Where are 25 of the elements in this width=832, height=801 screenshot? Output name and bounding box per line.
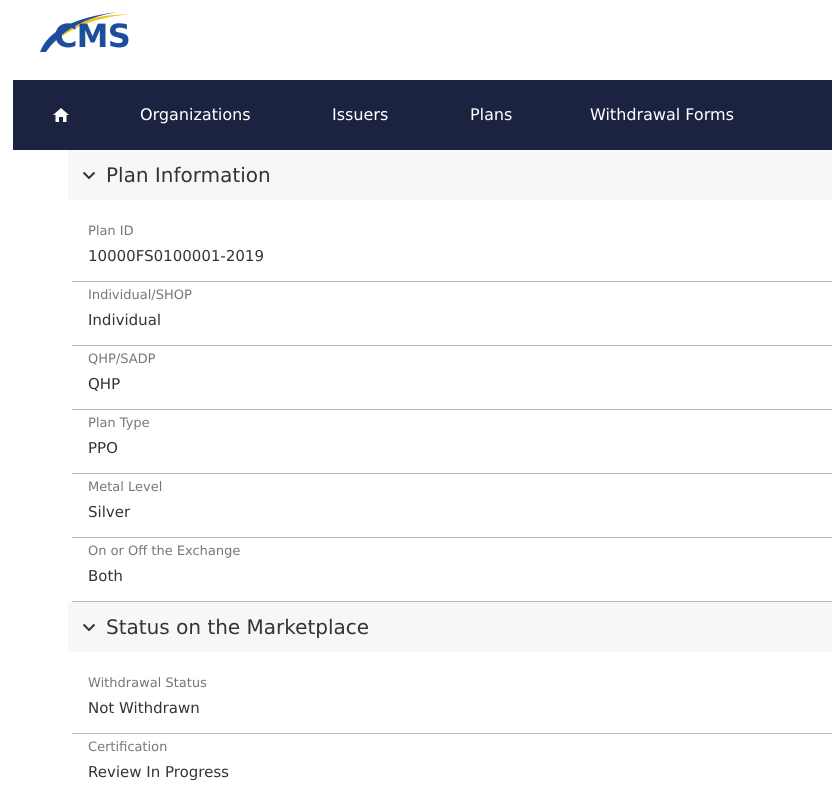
field-value: Not Withdrawn bbox=[88, 698, 200, 719]
chevron-icon bbox=[82, 170, 96, 180]
field-value: Individual bbox=[88, 310, 162, 331]
field-value: QHP bbox=[88, 374, 120, 395]
section-header[interactable]: Plan Information bbox=[68, 150, 832, 200]
field-label: On or Off the Exchange bbox=[88, 543, 240, 561]
field-label: QHP/SADP bbox=[88, 351, 156, 369]
field-label: Plan Type bbox=[88, 415, 150, 433]
nav-link[interactable]: Plans bbox=[470, 103, 590, 127]
field-label: Metal Level bbox=[88, 479, 162, 497]
nav-link[interactable]: Organizations bbox=[140, 103, 332, 127]
field-label: Withdrawal Status bbox=[88, 675, 207, 693]
field-value: Silver bbox=[88, 502, 130, 523]
nav-link[interactable]: Withdrawal Forms bbox=[590, 103, 734, 127]
chevron-icon bbox=[82, 622, 96, 632]
home-icon[interactable] bbox=[53, 107, 69, 123]
field-label: Certification bbox=[88, 739, 168, 757]
field-label: Individual/SHOP bbox=[88, 287, 192, 305]
field-value: Review In Progress bbox=[88, 762, 229, 783]
field-value: 10000FS0100001-2019 bbox=[88, 246, 264, 267]
field-value: PPO bbox=[88, 438, 118, 459]
nav-link[interactable]: Issuers bbox=[332, 103, 470, 127]
field-label: Plan ID bbox=[88, 223, 134, 241]
field-value: Both bbox=[88, 566, 123, 587]
section-header[interactable]: Status on the Marketplace bbox=[68, 602, 832, 652]
